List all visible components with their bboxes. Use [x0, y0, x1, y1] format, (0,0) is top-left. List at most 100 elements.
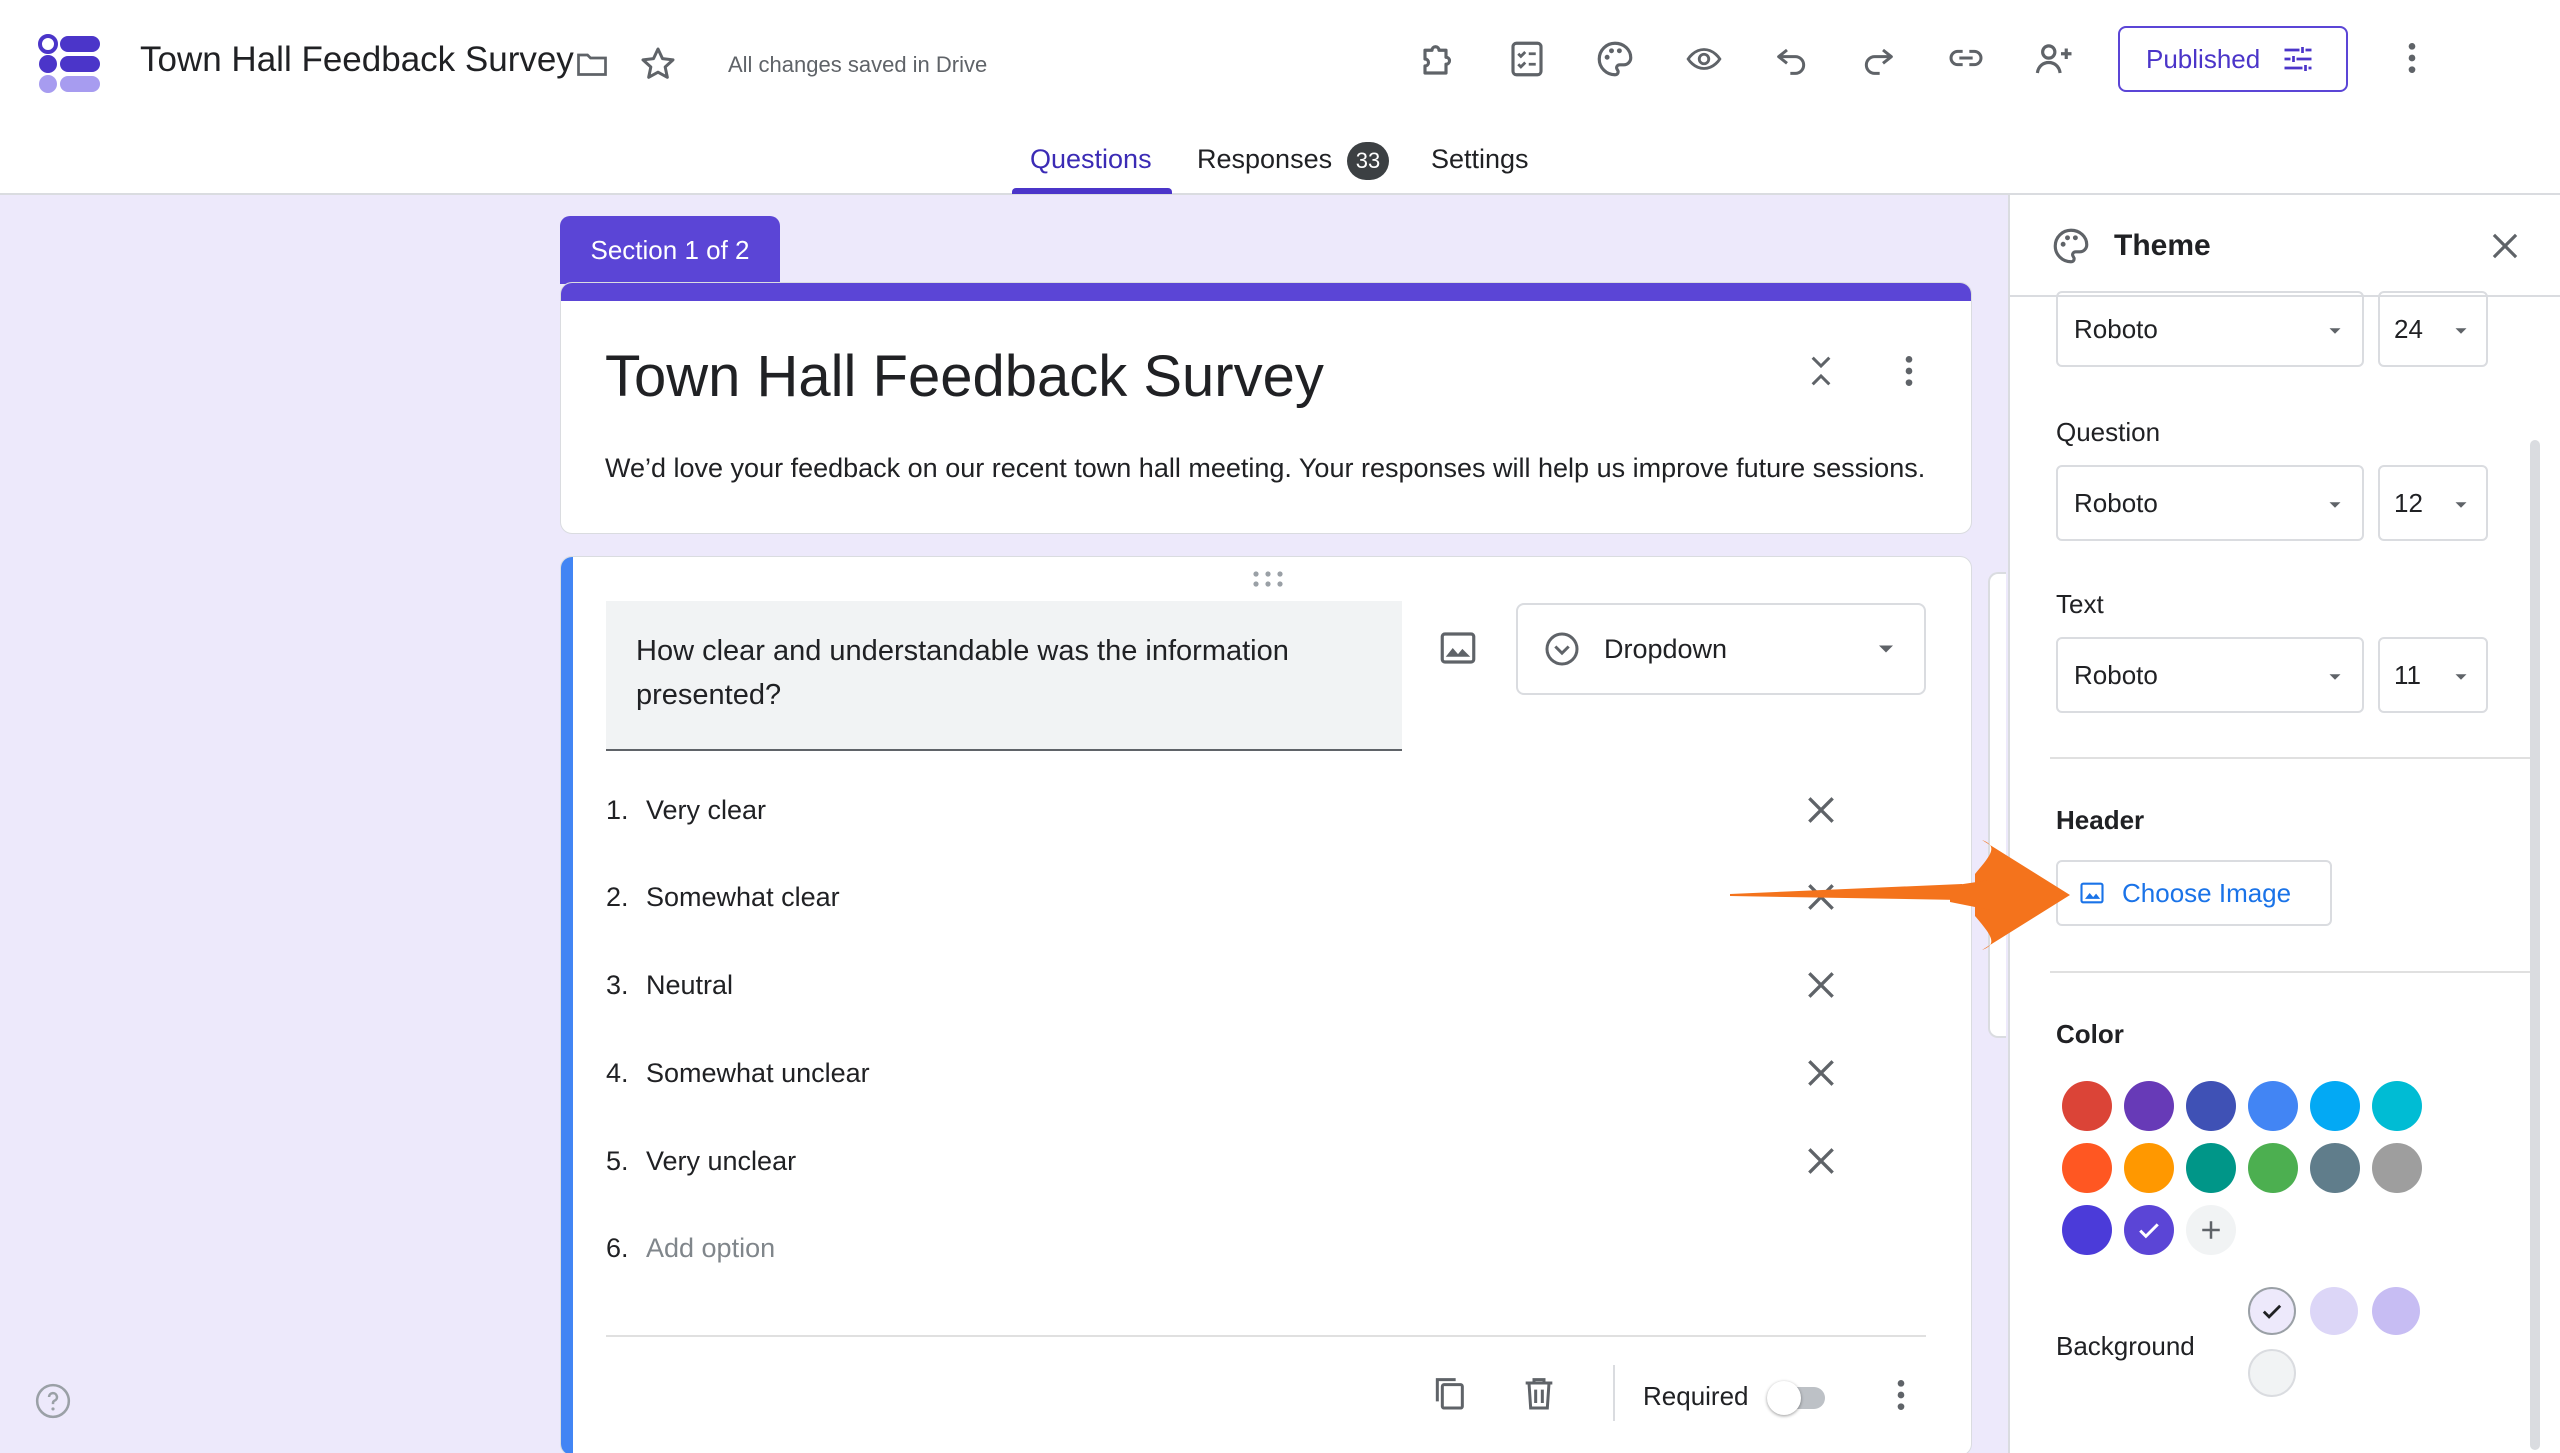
color-swatch-custom[interactable] — [2062, 1205, 2112, 1255]
text-size-select[interactable]: 11 — [2378, 637, 2488, 713]
option-label[interactable]: Somewhat clear — [646, 882, 840, 913]
required-toggle[interactable] — [1767, 1381, 1827, 1415]
theme-panel: Theme Roboto 24 Question Roboto 12 Text … — [2008, 195, 2560, 1453]
tab-questions[interactable]: Questions — [1030, 144, 1152, 175]
duplicate-icon[interactable] — [1429, 1373, 1469, 1413]
chevron-down-icon — [1872, 635, 1900, 663]
check-icon — [2262, 1304, 2282, 1319]
palette-icon — [2050, 225, 2092, 267]
panel-scrollbar[interactable] — [2530, 440, 2540, 1450]
floating-toolbar-edge — [1988, 572, 2006, 1038]
close-icon[interactable] — [2486, 227, 2524, 265]
callout-arrow-icon — [1730, 840, 2070, 950]
section-more-icon[interactable] — [1889, 351, 1929, 391]
header-size-select[interactable]: 24 — [2378, 291, 2488, 367]
background-swatch-light[interactable] — [2310, 1287, 2358, 1335]
option-label[interactable]: Neutral — [646, 970, 733, 1001]
add-image-icon[interactable] — [1437, 627, 1479, 669]
form-description[interactable]: We’d love your feedback on our recent to… — [605, 453, 1925, 484]
more-vert-icon[interactable] — [2392, 38, 2432, 78]
question-card[interactable]: How clear and understandable was the inf… — [560, 556, 1972, 1453]
background-swatch-grey[interactable] — [2248, 1349, 2296, 1397]
text-font-select[interactable]: Roboto — [2056, 637, 2364, 713]
option-label[interactable]: Very unclear — [646, 1146, 796, 1177]
save-status: All changes saved in Drive — [728, 52, 988, 77]
delete-icon[interactable] — [1519, 1373, 1559, 1413]
option-row[interactable]: 4. Somewhat unclear — [606, 1048, 1926, 1098]
question-text-input[interactable]: How clear and understandable was the inf… — [606, 601, 1402, 751]
option-number: 3. — [606, 969, 629, 1000]
option-label[interactable]: Somewhat unclear — [646, 1058, 870, 1089]
palette-icon[interactable] — [1594, 38, 1636, 80]
redo-icon[interactable] — [1858, 40, 1898, 80]
top-bar: Town Hall Feedback Survey All changes sa… — [0, 0, 2560, 195]
color-swatch-light-blue[interactable] — [2310, 1081, 2360, 1131]
choose-image-button[interactable]: Choose Image — [2056, 860, 2332, 926]
help-icon[interactable] — [34, 1382, 72, 1420]
collapse-icon[interactable] — [1801, 351, 1841, 391]
option-label[interactable]: Very clear — [646, 795, 766, 826]
header-size-value: 24 — [2394, 313, 2423, 344]
color-section-label: Color — [2056, 1019, 2124, 1049]
option-number: 6. — [606, 1232, 629, 1263]
color-swatch-blue[interactable] — [2248, 1081, 2298, 1131]
tab-responses[interactable]: Responses — [1197, 144, 1332, 175]
forms-logo[interactable] — [38, 34, 102, 94]
tab-settings[interactable]: Settings — [1431, 144, 1529, 175]
form-header-card[interactable]: Town Hall Feedback Survey We’d love your… — [560, 282, 1972, 534]
remove-option-icon[interactable] — [1801, 1141, 1841, 1181]
option-number: 2. — [606, 881, 629, 912]
option-number: 5. — [606, 1145, 629, 1176]
preview-icon[interactable] — [1682, 40, 1726, 78]
checklist-icon[interactable] — [1506, 38, 1548, 80]
panel-divider — [2050, 971, 2540, 973]
add-option-label[interactable]: Add option — [646, 1233, 775, 1264]
addon-icon[interactable] — [1418, 38, 1460, 80]
option-row[interactable]: 2. Somewhat clear — [606, 872, 1926, 922]
color-swatch-deep-orange[interactable] — [2062, 1143, 2112, 1193]
theme-panel-header: Theme — [2010, 195, 2560, 297]
undo-icon[interactable] — [1772, 40, 1812, 80]
option-row[interactable]: 3. Neutral — [606, 960, 1926, 1010]
question-more-icon[interactable] — [1881, 1375, 1921, 1415]
color-swatch-green[interactable] — [2248, 1143, 2298, 1193]
folder-icon[interactable] — [572, 46, 612, 82]
question-style-label: Question — [2056, 417, 2161, 447]
option-row[interactable]: 1. Very clear — [606, 785, 1926, 835]
drag-handle-icon[interactable] — [1251, 569, 1285, 589]
color-swatch-orange[interactable] — [2124, 1143, 2174, 1193]
color-swatch-grey[interactable] — [2372, 1143, 2422, 1193]
color-swatch-indigo[interactable] — [2186, 1081, 2236, 1131]
text-style-label: Text — [2056, 589, 2104, 619]
document-title[interactable]: Town Hall Feedback Survey — [140, 40, 574, 80]
link-icon[interactable] — [1944, 38, 1988, 78]
form-title[interactable]: Town Hall Feedback Survey — [605, 343, 1324, 410]
add-collaborator-icon[interactable] — [2032, 38, 2076, 80]
background-swatch-selected[interactable] — [2248, 1287, 2296, 1335]
question-type-label: Dropdown — [1604, 633, 1728, 664]
add-custom-color-button[interactable] — [2186, 1205, 2236, 1255]
star-icon[interactable] — [638, 44, 678, 84]
color-swatch-red[interactable] — [2062, 1081, 2112, 1131]
color-swatch-cyan[interactable] — [2372, 1081, 2422, 1131]
remove-option-icon[interactable] — [1801, 1053, 1841, 1093]
color-swatch-deep-purple[interactable] — [2124, 1081, 2174, 1131]
color-swatch-blue-grey[interactable] — [2310, 1143, 2360, 1193]
color-swatch-selected[interactable] — [2124, 1205, 2174, 1255]
question-size-select[interactable]: 12 — [2378, 465, 2488, 541]
background-swatch-medium[interactable] — [2372, 1287, 2420, 1335]
published-button[interactable]: Published — [2118, 26, 2348, 92]
footer-separator — [1613, 1365, 1615, 1421]
remove-option-icon[interactable] — [1801, 790, 1841, 830]
option-row[interactable]: 5. Very unclear — [606, 1136, 1926, 1186]
remove-option-icon[interactable] — [1801, 965, 1841, 1005]
chevron-down-icon — [2324, 492, 2346, 514]
header-font-select[interactable]: Roboto — [2056, 291, 2364, 367]
chevron-down-icon — [2450, 492, 2472, 514]
choose-image-label: Choose Image — [2122, 877, 2292, 908]
header-section-label: Header — [2056, 805, 2145, 835]
question-font-select[interactable]: Roboto — [2056, 465, 2364, 541]
question-type-select[interactable]: Dropdown — [1516, 603, 1926, 695]
color-swatch-teal[interactable] — [2186, 1143, 2236, 1193]
add-option-row[interactable]: 6. Add option — [606, 1223, 1926, 1273]
